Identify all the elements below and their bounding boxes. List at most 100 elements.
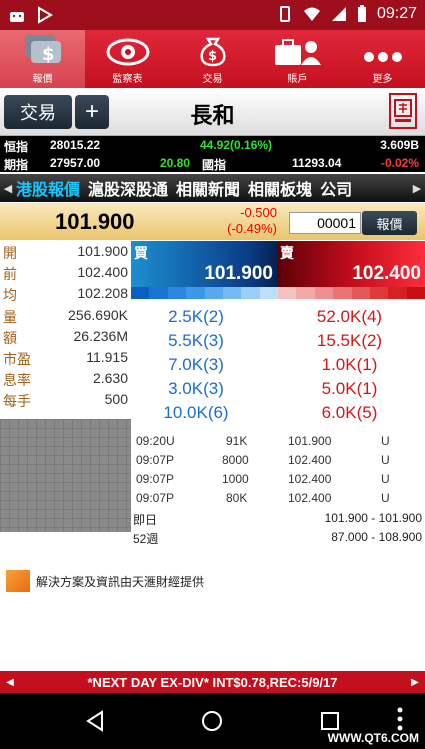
tab-right-arrow-icon[interactable]: ▶ (409, 182, 425, 195)
depth-segment (333, 287, 352, 299)
ask-label: 賣 (280, 245, 294, 261)
depth-segment (314, 287, 334, 299)
tab-left-arrow-icon[interactable]: ◀ (0, 182, 16, 195)
tab-hk-quote[interactable]: 港股報價 (16, 176, 80, 200)
main-nav: $ 報價 監察表 $ 交易 賬戶 更多 (0, 30, 425, 88)
quote-chat-icon: $ (24, 35, 61, 65)
provider-logo-icon (6, 570, 30, 592)
order-queue: 2.5K(2) 52.0K(4) 5.5K(3) 15.5K(2) 7.0K(3) 1… (131, 307, 425, 427)
trade-flag: U (381, 491, 390, 505)
stat-value: 102.400 (77, 264, 128, 281)
stat-label: 開 (3, 245, 17, 261)
stat-label: 前 (3, 266, 17, 283)
bid-queue-cell: 5.5K(3) (168, 331, 224, 350)
range-label: 52週 (133, 532, 159, 546)
broker-logo (389, 93, 417, 129)
bid-queue-cell: 3.0K(3) (168, 379, 224, 398)
stat-value: 2.630 (92, 370, 128, 387)
nav-quote[interactable]: $ 報價 (0, 30, 85, 88)
nav-more[interactable]: 更多 (340, 30, 425, 88)
hsi-label: 恒指 (4, 140, 29, 154)
futures-label: 期指 (4, 158, 29, 172)
nav-watchlist[interactable]: 監察表 (85, 30, 170, 88)
trade-time: 09:07P (136, 472, 175, 486)
trade-price: 102.400 (288, 453, 332, 467)
battery-icon (357, 5, 366, 22)
trade-price: 101.900 (288, 434, 332, 448)
range-value: 87.000 - 108.900 (331, 530, 422, 544)
recents-icon[interactable] (319, 710, 341, 732)
trade-qty: 80K (226, 491, 248, 505)
svg-text:$: $ (42, 44, 55, 65)
stat-value: 256.690K (68, 306, 128, 323)
news-ticker[interactable]: ◀ *NEXT DAY EX-DIV* INT$0.78,REC:5/9/17 … (0, 671, 425, 693)
stat-label: 每手 (3, 393, 31, 410)
price-change: -0.500 (-0.49%) (222, 205, 277, 237)
trade-price: 102.400 (288, 491, 332, 505)
trade-time: 09:20U (136, 434, 175, 448)
depth-segment (222, 287, 242, 299)
tab-company[interactable]: 公司 (320, 176, 352, 200)
trade-row: 09:07P 80K 102.400 U (131, 489, 425, 508)
bid-queue-cell: 7.0K(3) (168, 355, 224, 374)
home-icon[interactable] (201, 710, 223, 732)
stat-average: 均 102.208 (0, 283, 131, 304)
nav-account[interactable]: 賬戶 (255, 30, 340, 88)
overflow-menu-icon[interactable] (396, 706, 404, 732)
wifi-icon (303, 7, 320, 21)
change-value: -0.500 (240, 205, 277, 220)
bid-panel[interactable]: 買 101.900 (131, 241, 277, 287)
quote-button[interactable]: 報價 (362, 211, 417, 235)
ask-queue-cell: 1.0K(1) (321, 355, 378, 374)
system-nav-bar: WWW.QT6.COM (0, 693, 425, 749)
ticker-right-arrow-icon[interactable]: ▶ (405, 677, 425, 688)
stat-value: 11.915 (86, 348, 128, 365)
bid-label: 買 (134, 245, 148, 261)
svg-text:$: $ (208, 49, 217, 64)
range-value: 101.900 - 101.900 (324, 511, 422, 525)
tab-sectors[interactable]: 相關板塊 (248, 176, 312, 200)
futures-change: 20.80 (160, 156, 191, 170)
depth-segment (406, 287, 425, 299)
depth-segment (296, 287, 315, 299)
last-price: 101.900 (55, 209, 135, 234)
briefcase-user-icon (274, 39, 321, 65)
nav-trade[interactable]: $ 交易 (170, 30, 255, 88)
trade-log: 09:20U 91K 101.900 U 09:07P 8000 102.400 U 09:… (131, 432, 425, 508)
price-bar: 101.900 -0.500 (-0.49%) 00001 報價 (0, 203, 425, 240)
stat-value: 101.900 (77, 243, 128, 259)
stock-code-input[interactable]: 00001 (289, 212, 361, 234)
trade-button[interactable]: 交易 (4, 95, 72, 129)
add-button[interactable]: + (75, 95, 109, 129)
ask-panel[interactable]: 賣 102.400 (277, 241, 425, 287)
bid-queue-cell: 10.0K(6) (163, 403, 229, 422)
stat-open: 開 101.900 (0, 241, 131, 262)
tab-news[interactable]: 相關新聞 (176, 176, 240, 200)
trade-qty: 8000 (222, 453, 249, 467)
nav-label: 報價 (32, 74, 53, 85)
more-dots-icon (363, 52, 402, 62)
depth-segment (149, 287, 168, 299)
watermark: WWW.QT6.COM (327, 731, 419, 745)
data-provider-note: 解決方案及資訊由天滙財經提供 (6, 570, 204, 592)
ask-price: 102.400 (352, 263, 421, 284)
app-root: 09:27 $ 報價 監察表 $ 交易 賬戶 更多 交易 + 長和 恒指 280… (0, 0, 425, 749)
trade-time: 09:07P (136, 453, 175, 467)
vibrate-icon (279, 6, 290, 22)
ticker-left-arrow-icon[interactable]: ◀ (0, 677, 20, 688)
trade-qty: 91K (226, 434, 248, 448)
trade-row: 09:07P 1000 102.400 U (131, 470, 425, 489)
android-icon (10, 12, 24, 22)
ticker-text: *NEXT DAY EX-DIV* INT$0.78,REC:5/9/17 (87, 674, 338, 690)
depth-segment (241, 287, 260, 299)
trade-row: 09:20U 91K 101.900 U (131, 432, 425, 451)
trade-row: 09:07P 8000 102.400 U (131, 451, 425, 470)
range-row: 52週 87.000 - 108.900 (131, 528, 425, 547)
trade-qty: 1000 (222, 472, 249, 486)
tab-stock-connect[interactable]: 滬股深股通 (88, 176, 168, 200)
eye-icon (106, 38, 149, 66)
stat-volume: 量 256.690K (0, 305, 131, 326)
back-icon[interactable] (84, 710, 106, 732)
bid-price: 101.900 (204, 263, 273, 284)
bid-ask-header: 買 101.900 賣 102.400 (131, 241, 425, 287)
